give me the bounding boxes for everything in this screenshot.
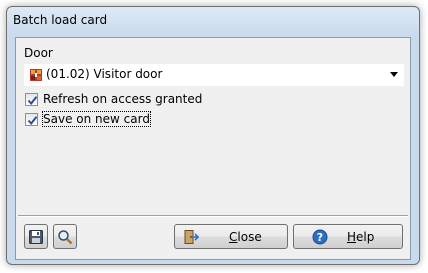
door-select-value: (01.02) Visitor door [46, 67, 163, 81]
help-button-label: Help [347, 230, 375, 244]
close-button-label: Close [229, 230, 262, 244]
title-bar[interactable]: Batch load card [7, 7, 419, 35]
dialog-body: Door (01.02) Visitor door Refresh on acc… [15, 37, 411, 260]
svg-text:?: ? [317, 231, 323, 244]
floppy-disk-icon [28, 229, 44, 245]
refresh-checkbox-label[interactable]: Refresh on access granted [43, 92, 202, 106]
save-checkbox-label[interactable]: Save on new card [42, 111, 151, 127]
save-checkbox[interactable] [25, 113, 38, 126]
exit-door-icon [183, 229, 200, 245]
chevron-down-icon[interactable] [390, 72, 398, 77]
help-button[interactable]: ? Help [293, 224, 403, 249]
door-select[interactable]: (01.02) Visitor door [24, 64, 404, 86]
close-button[interactable]: Close [174, 224, 288, 249]
magnifier-icon [57, 229, 73, 245]
preview-button[interactable] [53, 224, 77, 249]
door-label: Door [24, 46, 53, 60]
dialog-window: Batch load card Door (01.02) Visitor doo… [6, 6, 420, 265]
separator [18, 215, 408, 217]
door-icon [29, 68, 43, 82]
help-icon: ? [312, 229, 328, 245]
refresh-checkbox[interactable] [25, 93, 38, 106]
save-button[interactable] [24, 224, 48, 249]
window-title: Batch load card [13, 13, 108, 27]
